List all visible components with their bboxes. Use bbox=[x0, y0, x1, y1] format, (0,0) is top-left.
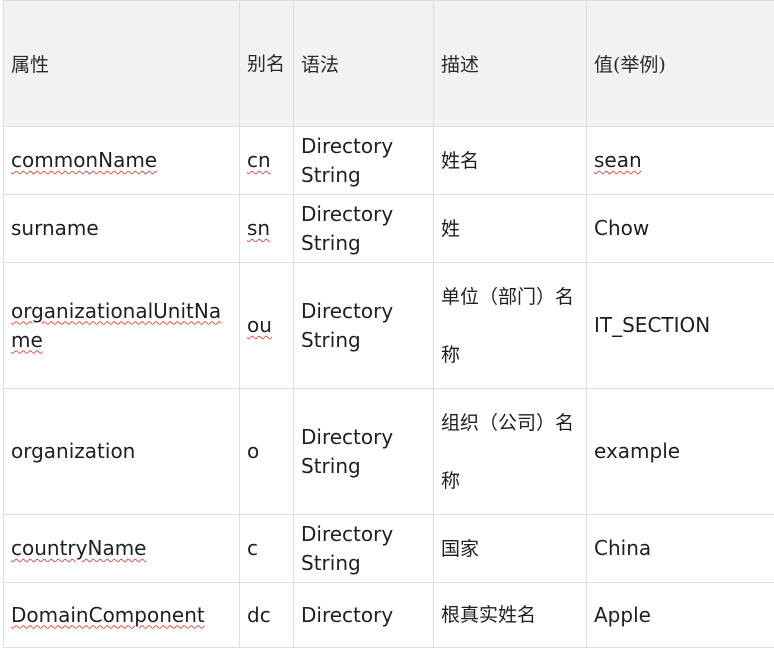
attribute-cell: organization bbox=[3, 388, 240, 515]
description-cell: 单位（部门）名称 bbox=[433, 262, 587, 389]
description-cell: 姓名 bbox=[433, 126, 587, 195]
attribute-cell: DomainComponent bbox=[3, 582, 240, 648]
table-row: countryName c Directory String 国家 China bbox=[3, 514, 774, 583]
alias-cell: o bbox=[239, 388, 294, 515]
alias-cell: sn bbox=[239, 194, 294, 263]
attribute-cell: surname bbox=[3, 194, 240, 263]
table-row: DomainComponent dc Directory 根真实姓名 Apple bbox=[3, 582, 774, 648]
value-cell: China bbox=[586, 514, 774, 583]
description-cell: 国家 bbox=[433, 514, 587, 583]
attribute-cell: countryName bbox=[3, 514, 240, 583]
syntax-cell: Directory String bbox=[293, 126, 434, 195]
syntax-cell: Directory String bbox=[293, 262, 434, 389]
example-value: sean bbox=[594, 148, 642, 172]
description-cell: 组织（公司）名称 bbox=[433, 388, 587, 515]
attribute-name: commonName bbox=[11, 148, 158, 172]
value-cell: Apple bbox=[586, 582, 774, 648]
alias-cell: c bbox=[239, 514, 294, 583]
syntax-cell: Directory String bbox=[293, 514, 434, 583]
header-syntax: 语法 bbox=[293, 0, 434, 127]
syntax-cell: Directory String bbox=[293, 388, 434, 515]
header-attribute: 属性 bbox=[3, 0, 240, 127]
alias-cell: cn bbox=[239, 126, 294, 195]
value-cell: example bbox=[586, 388, 774, 515]
value-cell: sean bbox=[586, 126, 774, 195]
ldap-attributes-table: 属性 别名 语法 描述 值(举例) commonName cn Director… bbox=[3, 0, 774, 648]
attribute-name: organizationalUnitName bbox=[11, 298, 222, 352]
value-cell: Chow bbox=[586, 194, 774, 263]
syntax-cell: Directory String bbox=[293, 194, 434, 263]
table-row: organization o Directory String 组织（公司）名称… bbox=[3, 388, 774, 515]
header-alias: 别名 bbox=[239, 0, 294, 127]
table-row: commonName cn Directory String 姓名 sean bbox=[3, 126, 774, 195]
syntax-cell: Directory bbox=[293, 582, 434, 648]
header-value: 值(举例) bbox=[586, 0, 774, 127]
alias-value: cn bbox=[247, 148, 271, 172]
alias-cell: dc bbox=[239, 582, 294, 648]
header-description: 描述 bbox=[433, 0, 587, 127]
attribute-name: countryName bbox=[11, 536, 147, 560]
attribute-cell: organizationalUnitName bbox=[3, 262, 240, 389]
alias-cell: ou bbox=[239, 262, 294, 389]
attribute-name: DomainComponent bbox=[11, 602, 205, 627]
table-row: organizationalUnitName ou Directory Stri… bbox=[3, 262, 774, 389]
alias-value: sn bbox=[247, 216, 271, 240]
description-cell: 姓 bbox=[433, 194, 587, 263]
alias-value: ou bbox=[247, 313, 272, 337]
description-cell: 根真实姓名 bbox=[433, 582, 587, 648]
value-cell: IT_SECTION bbox=[586, 262, 774, 389]
header-row: 属性 别名 语法 描述 值(举例) bbox=[3, 0, 774, 127]
attribute-cell: commonName bbox=[3, 126, 240, 195]
table-row: surname sn Directory String 姓 Chow bbox=[3, 194, 774, 263]
